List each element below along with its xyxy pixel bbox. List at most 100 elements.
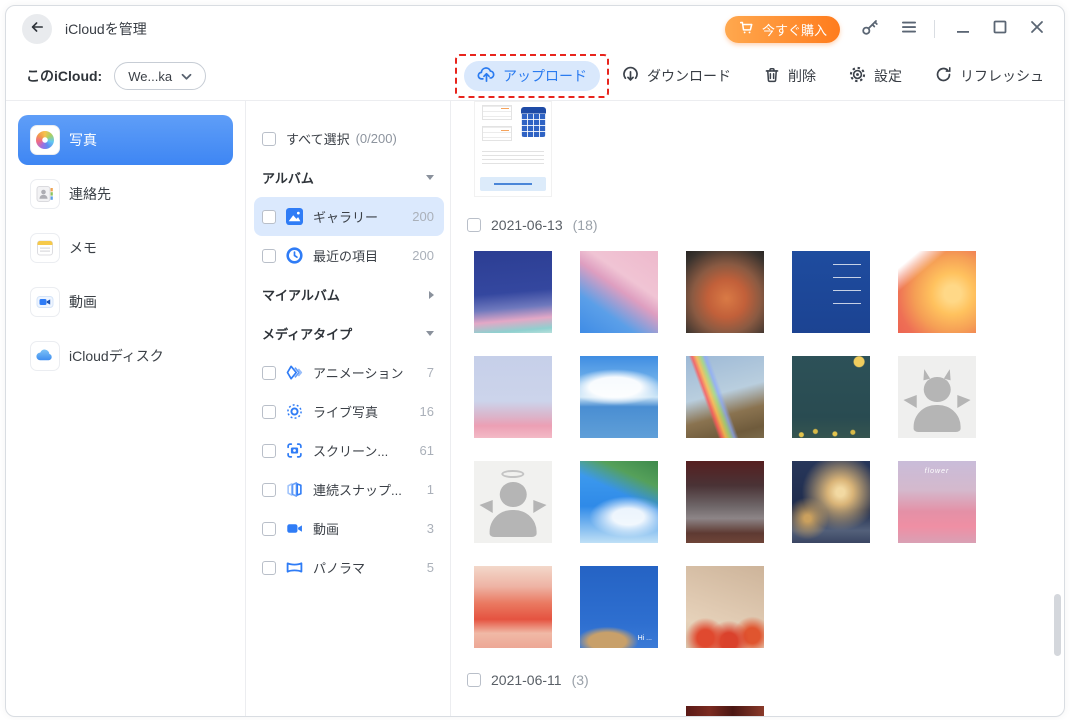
photo-gallery-panel: 2021-06-13 (18) flowerHi ... 2021-06-11 … [451, 101, 1064, 716]
close-icon [1028, 18, 1046, 41]
gallery-checkbox[interactable] [262, 210, 276, 224]
media-type-count: 5 [427, 560, 434, 575]
back-arrow-icon [29, 19, 45, 40]
videos-checkbox[interactable] [262, 522, 276, 536]
album-row-gallery[interactable]: ギャラリー 200 [254, 197, 444, 236]
burst-checkbox[interactable] [262, 483, 276, 497]
select-all-count: (0/200) [356, 131, 397, 146]
date-count: (3) [572, 672, 589, 688]
refresh-icon [934, 65, 953, 87]
media-types-section-header[interactable]: メディアタイプ [262, 314, 450, 353]
media-types-header-label: メディアタイプ [262, 324, 352, 343]
media-type-count: 3 [427, 521, 434, 536]
photo-cherry-blossom-tree[interactable] [580, 251, 658, 333]
photo-dark-red-photo-partial[interactable] [686, 706, 764, 716]
photo-pink-flowers-night-sky[interactable] [474, 251, 552, 333]
media-type-row-live-photos[interactable]: ライブ写真 16 [262, 392, 450, 431]
delete-button[interactable]: 削除 [763, 66, 816, 87]
album-label: 最近の項目 [313, 246, 378, 265]
select-all-checkbox[interactable] [262, 132, 276, 146]
recents-checkbox[interactable] [262, 249, 276, 263]
sidebar-item-icloud-drive[interactable]: iCloudディスク [18, 331, 233, 381]
sidebar-item-contacts[interactable]: 連絡先 [18, 169, 233, 219]
recents-clock-icon [286, 247, 303, 264]
screenshots-checkbox[interactable] [262, 444, 276, 458]
photo-leaves-against-sky[interactable] [580, 461, 658, 543]
photo-chat-post-screenshot-partial[interactable] [580, 706, 658, 716]
photo-corgi-blue-sky[interactable]: Hi ... [580, 566, 658, 648]
document-table-decoration [482, 105, 512, 120]
media-type-row-screenshots[interactable]: スクリーン... 61 [262, 431, 450, 470]
this-icloud-label: このiCloud: [26, 66, 102, 86]
photo-teal-moon-poster[interactable] [792, 356, 870, 438]
photo-orange-rose[interactable] [686, 251, 764, 333]
document-banner [480, 177, 547, 191]
settings-label: 設定 [874, 66, 902, 86]
account-dropdown[interactable]: We...ka [114, 62, 206, 90]
album-count: 200 [412, 248, 434, 263]
photo-strawberry-drinks[interactable] [474, 566, 552, 648]
vertical-scrollbar-thumb[interactable] [1054, 594, 1061, 656]
panorama-icon [286, 559, 303, 576]
download-button[interactable]: ダウンロード [621, 65, 731, 87]
my-albums-section-header[interactable]: マイアルバム [262, 275, 450, 314]
album-row-recents[interactable]: 最近の項目 200 [262, 236, 450, 275]
animation-checkbox[interactable] [262, 366, 276, 380]
photo-broken-photo-devil-avatar[interactable] [898, 356, 976, 438]
media-type-row-burst[interactable]: 連続スナップ... 1 [262, 470, 450, 509]
select-all-row[interactable]: すべて選択 (0/200) [262, 119, 450, 158]
filter-panel: すべて選択 (0/200) アルバム ギャラリー 200 最近の項 [246, 101, 451, 716]
upload-button[interactable]: アップロード [464, 61, 600, 91]
photo-pink-petals-lavender[interactable] [474, 356, 552, 438]
media-type-label: パノラマ [313, 558, 365, 577]
date-count: (18) [573, 217, 598, 233]
notes-app-icon [30, 233, 60, 263]
media-type-row-videos[interactable]: 動画 3 [262, 509, 450, 548]
media-type-count: 16 [420, 404, 434, 419]
photo-orange-daisy[interactable] [898, 251, 976, 333]
sidebar-item-photos[interactable]: 写真 [18, 115, 233, 165]
back-button[interactable] [22, 14, 52, 44]
photo-fireworks[interactable] [792, 461, 870, 543]
buy-now-button[interactable]: 今すぐ購入 [725, 16, 840, 43]
photo-rainbow-over-hill[interactable] [686, 356, 764, 438]
live-photos-checkbox[interactable] [262, 405, 276, 419]
expand-arrow-icon [429, 291, 434, 299]
date-group-checkbox[interactable] [467, 673, 481, 687]
sidebar-label: 連絡先 [69, 184, 111, 204]
photo-person-holding-cat[interactable] [686, 461, 764, 543]
sidebar-item-notes[interactable]: メモ [18, 223, 233, 273]
contacts-app-icon [30, 179, 60, 209]
refresh-label: リフレッシュ [960, 66, 1044, 86]
burst-photos-icon [286, 481, 303, 498]
upload-highlight-box: アップロード [455, 54, 609, 98]
settings-button[interactable]: 設定 [848, 65, 902, 87]
media-type-row-panorama[interactable]: パノラマ 5 [262, 548, 450, 587]
photo-broken-photo-angel-avatar[interactable] [474, 461, 552, 543]
date-group-checkbox[interactable] [467, 218, 481, 232]
panorama-checkbox[interactable] [262, 561, 276, 575]
close-button[interactable] [1028, 18, 1046, 41]
videos-app-icon [30, 287, 60, 317]
media-type-row-animation[interactable]: アニメーション 7 [262, 353, 450, 392]
trash-icon [763, 66, 781, 87]
sidebar-item-videos[interactable]: 動画 [18, 277, 233, 327]
date-label: 2021-06-11 [491, 672, 562, 688]
photo-white-screenshot-partial[interactable] [474, 706, 552, 716]
license-key-button[interactable] [860, 17, 880, 42]
photo-red-roses-wall[interactable] [686, 566, 764, 648]
photo-document-screenshot-partial[interactable] [474, 101, 552, 197]
download-icon [621, 65, 640, 87]
maximize-button[interactable] [991, 18, 1009, 41]
photo-sea-and-clouds[interactable] [580, 356, 658, 438]
album-count: 200 [412, 209, 434, 224]
chevron-down-icon [181, 69, 192, 84]
toolbar: このiCloud: We...ka アップロード ダウンロード [6, 52, 1064, 100]
photo-blue-text-poster[interactable] [792, 251, 870, 333]
refresh-button[interactable]: リフレッシュ [934, 65, 1044, 87]
photo-caption: Hi ... [638, 635, 652, 642]
photo-pink-tulips[interactable]: flower [898, 461, 976, 543]
menu-button[interactable] [900, 18, 918, 41]
minimize-button[interactable] [954, 18, 972, 41]
albums-section-header[interactable]: アルバム [262, 158, 450, 197]
